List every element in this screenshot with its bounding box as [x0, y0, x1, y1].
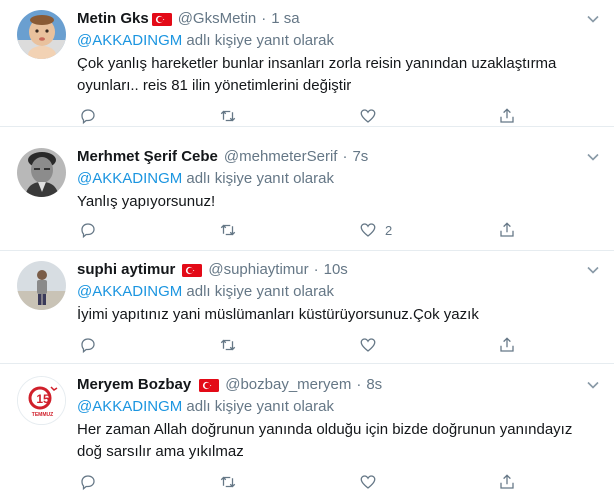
reply-button[interactable] — [79, 106, 97, 126]
avatar[interactable] — [17, 261, 66, 310]
reply-button[interactable] — [79, 472, 97, 492]
reply-context-label: adlı kişiye yanıt olarak — [182, 170, 334, 187]
user-handle[interactable]: @bozbay_meryem — [225, 374, 351, 396]
retweet-icon — [220, 339, 236, 351]
display-name[interactable]: Merhmet Şerif Cebe — [77, 146, 218, 168]
avatar[interactable]: 15 TEMMUZ — [17, 376, 66, 425]
retweet-button[interactable] — [219, 106, 237, 126]
mention-link[interactable]: @AKKADINGM — [77, 32, 182, 49]
tweet-feed: Metin Gks @GksMetin · 1 sa @AKKADINGM ad… — [0, 0, 614, 492]
timestamp[interactable]: 1 sa — [271, 8, 299, 30]
retweet-button[interactable] — [219, 472, 237, 492]
avatar[interactable] — [17, 10, 66, 59]
tweet[interactable]: Merhmet Şerif Cebe @mehmeterSerif · 7s @… — [0, 138, 614, 251]
turkey-flag-icon — [199, 378, 220, 392]
mention-link[interactable]: @AKKADINGM — [77, 283, 182, 300]
user-handle[interactable]: @GksMetin — [178, 8, 257, 30]
reply-context: @AKKADINGM adlı kişiye yanıt olarak — [77, 31, 600, 51]
heart-icon — [360, 475, 376, 489]
reply-icon — [81, 109, 95, 125]
tweet-text: Yanlış yapıyorsunuz! — [77, 193, 216, 210]
timestamp[interactable]: 7s — [352, 146, 368, 168]
like-button[interactable]: 2 — [359, 220, 392, 240]
tweet-text: Çok yanlış hareketler bunlar insanları z… — [77, 55, 561, 94]
tweet[interactable]: Metin Gks @GksMetin · 1 sa @AKKADINGM ad… — [0, 0, 614, 127]
reply-context-label: adlı kişiye yanıt olarak — [182, 32, 334, 49]
reply-button[interactable] — [79, 220, 97, 240]
reply-icon — [81, 475, 95, 491]
svg-text:TEMMUZ: TEMMUZ — [32, 412, 53, 418]
share-button[interactable] — [498, 335, 516, 355]
retweet-button[interactable] — [219, 335, 237, 355]
separator-dot: · — [261, 10, 267, 27]
share-icon — [500, 222, 514, 237]
separator-dot: · — [342, 148, 348, 165]
user-handle[interactable]: @suphiaytimur — [208, 259, 308, 281]
timestamp[interactable]: 10s — [324, 259, 348, 281]
reply-context-label: adlı kişiye yanıt olarak — [182, 398, 334, 415]
mention-link[interactable]: @AKKADINGM — [77, 170, 182, 187]
mention-link[interactable]: @AKKADINGM — [77, 398, 182, 415]
chevron-down-icon[interactable] — [586, 378, 600, 392]
avatar[interactable] — [17, 148, 66, 197]
like-count: 2 — [385, 222, 393, 238]
chevron-down-icon[interactable] — [586, 263, 600, 277]
reply-button[interactable] — [79, 335, 97, 355]
retweet-icon — [220, 224, 236, 236]
turkey-flag-icon — [151, 12, 172, 26]
share-icon — [500, 108, 514, 123]
retweet-icon — [220, 476, 236, 488]
separator-dot: · — [356, 376, 362, 393]
display-name[interactable]: Metin Gks — [77, 8, 149, 30]
svg-text:15: 15 — [36, 392, 50, 406]
reply-icon — [81, 338, 95, 354]
chevron-down-icon[interactable] — [586, 12, 600, 26]
separator-dot: · — [313, 261, 319, 278]
heart-icon — [360, 109, 376, 123]
timestamp[interactable]: 8s — [366, 374, 382, 396]
tweet[interactable]: 15 TEMMUZ Meryem Bozbay @bozbay_meryem ·… — [0, 364, 614, 492]
user-handle[interactable]: @mehmeterSerif — [224, 146, 338, 168]
display-name[interactable]: Meryem Bozbay — [77, 374, 191, 396]
reply-context: @AKKADINGM adlı kişiye yanıt olarak — [77, 282, 600, 302]
display-name[interactable]: suphi aytimur — [77, 259, 175, 281]
like-button[interactable] — [359, 472, 385, 492]
like-button[interactable] — [359, 106, 385, 126]
reply-context: @AKKADINGM adlı kişiye yanıt olarak — [77, 169, 600, 189]
heart-icon — [360, 338, 376, 352]
tweet-text: İyimi yapıtınız yani müslümanları küstür… — [77, 306, 479, 323]
share-button[interactable] — [498, 220, 516, 240]
retweet-button[interactable] — [219, 220, 237, 240]
retweet-icon — [220, 110, 236, 122]
tweet[interactable]: suphi aytimur @suphiaytimur · 10s @AKKAD… — [0, 251, 614, 364]
share-button[interactable] — [498, 106, 516, 126]
reply-context: @AKKADINGM adlı kişiye yanıt olarak — [77, 397, 600, 417]
share-icon — [500, 474, 514, 489]
share-icon — [500, 337, 514, 352]
reply-icon — [81, 223, 95, 239]
reply-context-label: adlı kişiye yanıt olarak — [182, 283, 334, 300]
like-button[interactable] — [359, 335, 385, 355]
turkey-flag-icon — [182, 263, 203, 277]
heart-icon — [360, 223, 376, 237]
share-button[interactable] — [498, 472, 516, 492]
chevron-down-icon[interactable] — [586, 150, 600, 164]
tweet-text: Her zaman Allah doğrunun yanında olduğu … — [77, 421, 577, 460]
